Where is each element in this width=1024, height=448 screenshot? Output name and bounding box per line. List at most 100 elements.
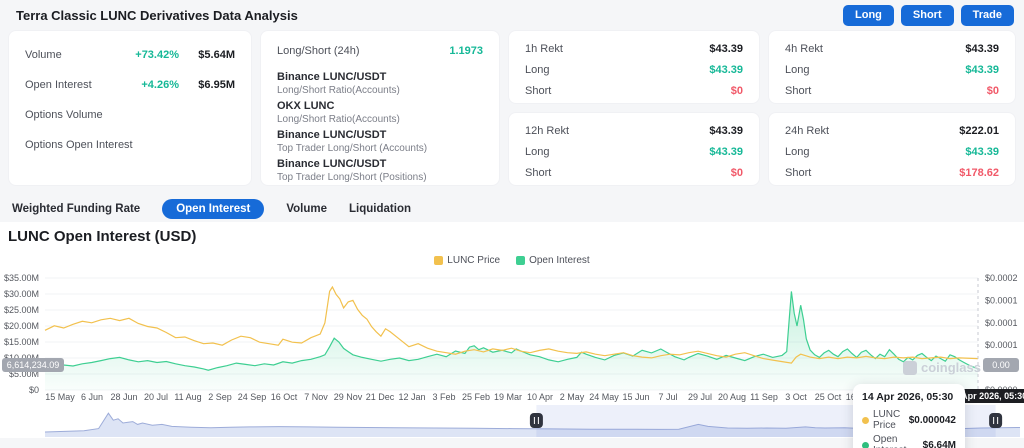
stat-label: Volume (25, 49, 62, 61)
x-axis-label: 28 Jun (110, 392, 137, 402)
stat-label: Options Volume (25, 109, 103, 121)
rekt-value: $178.62 (959, 167, 999, 179)
y-axis-left-label: $15.00M (4, 337, 39, 347)
rekt-label: Short (525, 167, 552, 179)
tooltip-date: 14 Apr 2026, 05:30 (862, 391, 954, 403)
y-axis-left-label: $35.00M (4, 273, 39, 283)
tooltip-series-label: LUNC Price (873, 409, 901, 431)
rekt-row: 1h Rekt $43.39 (525, 43, 743, 55)
chart-tooltip: 14 Apr 2026, 05:30 LUNC Price $0.000042 Op… (853, 384, 965, 448)
rekt-label: Short (785, 85, 812, 97)
chart-section-title: LUNC Open Interest (USD) (8, 228, 197, 245)
y-axis-right-label: $0.0001 (985, 340, 1018, 350)
volume-stats-card: Volume +73.42% $5.64M Open Interest +4.26% $6… (8, 30, 252, 186)
stat-value (179, 139, 235, 151)
rekt-value: $0 (986, 85, 999, 97)
rekt-value: $222.01 (959, 125, 999, 137)
x-axis-label: 16 Oct (271, 392, 298, 402)
rekt-value: $43.39 (965, 146, 999, 158)
tab-liquidation[interactable]: Liquidation (349, 199, 411, 219)
stat-row: Options Volume (25, 109, 235, 121)
rekt-row: Short $0 (525, 85, 743, 97)
coinglass-logo-icon (903, 360, 917, 375)
rekt-row: Long $43.39 (525, 146, 743, 158)
long-short-ratio-card: Long/Short (24h) 1.1973 Binance LUNC/USD… (260, 30, 500, 186)
stat-change: +4.26% (141, 79, 179, 91)
y-axis-right-label: $0.0001 (985, 295, 1018, 305)
header-buttons: Long Short Trade (843, 5, 1014, 26)
ratio-list-item[interactable]: Binance LUNC/USDT Top Trader Long/Short (… (277, 158, 483, 183)
ratio-list-item[interactable]: OKX LUNC Long/Short Ratio(Accounts) (277, 100, 483, 125)
ratio-item-subtitle: Long/Short Ratio(Accounts) (277, 85, 400, 96)
navigator-handle-left[interactable] (529, 413, 543, 428)
x-axis-label: 7 Jul (658, 392, 677, 402)
tab-volume[interactable]: Volume (286, 199, 327, 219)
rekt-row: Long $43.39 (785, 64, 999, 76)
x-axis-label: 15 May (45, 392, 75, 402)
x-axis-label: 10 Apr (527, 392, 553, 402)
stat-value: $6.95M (198, 79, 235, 91)
rekt-value: $43.39 (965, 64, 999, 76)
ratio-list-item[interactable]: Binance LUNC/USDT Top Trader Long/Short (… (277, 129, 483, 154)
navigator-handle-right[interactable] (989, 413, 1003, 428)
rekt-value: $43.39 (709, 125, 743, 137)
rekt-row: Long $43.39 (785, 146, 999, 158)
short-button[interactable]: Short (900, 5, 954, 26)
tooltip-series-label: Open Interest (873, 434, 906, 448)
y-axis-left-label: $30.00M (4, 289, 39, 299)
x-axis-label: 3 Feb (432, 392, 455, 402)
long-button[interactable]: Long (843, 5, 894, 26)
trade-button[interactable]: Trade (960, 5, 1014, 26)
rekt-label: Short (785, 167, 812, 179)
rekt-row: Short $0 (525, 167, 743, 179)
x-axis-label: 25 Feb (462, 392, 490, 402)
stat-value (179, 109, 235, 121)
x-axis-label: 20 Aug (718, 392, 746, 402)
rekt-label: Long (525, 64, 550, 76)
x-axis-label: 25 Oct (815, 392, 842, 402)
x-axis-label: 11 Sep (750, 392, 778, 402)
x-axis-label: 24 May (589, 392, 619, 402)
chart-tabs: Weighted Funding Rate Open Interest Volume… (12, 197, 411, 221)
tab-open-interest[interactable]: Open Interest (162, 199, 265, 219)
ratio-list-item[interactable]: Binance LUNC/USDT Long/Short Ratio(Accoun… (277, 71, 483, 96)
crosshair-value-badge-right: 0.00 (983, 358, 1019, 372)
x-axis-label: 15 Jun (622, 392, 649, 402)
rekt-label: 24h Rekt (785, 125, 830, 137)
crosshair-value-badge-left: 6,614,234.09 (2, 358, 64, 372)
ratio-item-title: OKX LUNC (277, 100, 335, 112)
x-axis-label: 2 Sep (208, 392, 232, 402)
stat-row: Volume +73.42% $5.64M (25, 49, 235, 61)
ratio-item-subtitle: Top Trader Long/Short (Positions) (277, 172, 427, 183)
ratio-item-subtitle: Long/Short Ratio(Accounts) (277, 114, 400, 125)
x-axis-label: 19 Mar (494, 392, 522, 402)
rekt-label: Long (785, 146, 810, 158)
ratio-item-subtitle: Top Trader Long/Short (Accounts) (277, 143, 428, 154)
x-axis-label: 24 Sep (238, 392, 267, 402)
x-axis-label: 11 Aug (174, 392, 201, 402)
tooltip-series-dot-icon (862, 416, 869, 424)
long-short-24h-label: Long/Short (24h) (277, 45, 360, 57)
ratio-item-title: Binance LUNC/USDT (277, 158, 387, 170)
y-axis-left-label: $25.00M (4, 305, 39, 315)
rekt-value: $0 (730, 85, 743, 97)
y-axis-right-label: $0.0001 (985, 318, 1018, 328)
stat-change: +73.42% (135, 49, 179, 61)
x-axis-label: 6 Jun (81, 392, 103, 402)
rekt-label: Long (785, 64, 810, 76)
x-axis-label: 2 May (560, 392, 585, 402)
x-axis-label: 29 Nov (334, 392, 363, 402)
rekt-value: $43.39 (709, 146, 743, 158)
stat-row: Options Open Interest (25, 139, 235, 151)
y-axis-left-label: $0 (29, 385, 39, 395)
derivatives-analysis-page: Terra Classic LUNC Derivatives Data Anal… (0, 0, 1024, 448)
rekt-card-24h: 24h Rekt $222.01 Long $43.39 Short $178.62 (768, 112, 1016, 186)
tooltip-row: Open Interest $6.64M (862, 434, 956, 448)
x-axis-label: 29 Jul (688, 392, 712, 402)
rekt-row: Short $178.62 (785, 167, 999, 179)
tab-weighted-funding-rate[interactable]: Weighted Funding Rate (12, 199, 140, 219)
tooltip-series-value: $0.000042 (908, 414, 956, 426)
x-axis-label: 12 Jan (398, 392, 425, 402)
stat-label: Open Interest (25, 79, 92, 91)
x-axis-label: 3 Oct (785, 392, 807, 402)
